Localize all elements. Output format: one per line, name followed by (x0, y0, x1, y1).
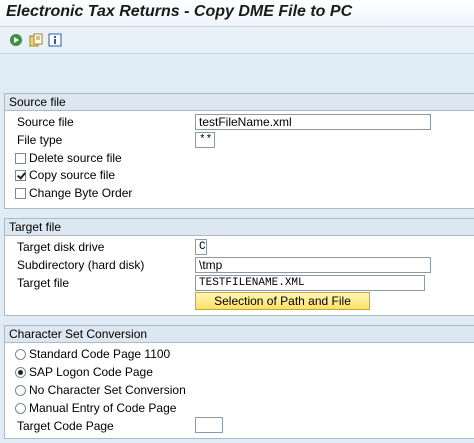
radio-label: SAP Logon Code Page (29, 365, 153, 379)
target-disk-label: Target disk drive (17, 240, 105, 254)
variants-icon[interactable] (28, 32, 44, 48)
radio-label: Standard Code Page 1100 (29, 347, 171, 361)
source-file-label: Source file (17, 115, 74, 129)
checkbox-label: Delete source file (29, 151, 122, 165)
info-icon[interactable] (47, 32, 63, 48)
change-byte-order-checkbox[interactable]: Change Byte Order (15, 185, 132, 201)
target-code-page-input[interactable] (195, 417, 223, 433)
radio-sap-logon-code-page[interactable]: SAP Logon Code Page (15, 364, 153, 380)
file-type-label: File type (17, 133, 63, 147)
subdirectory-label: Subdirectory (hard disk) (17, 258, 145, 272)
group-header: Target file (5, 219, 474, 236)
selection-path-file-button[interactable]: Selection of Path and File (195, 292, 370, 310)
file-type-input[interactable]: ** (195, 132, 215, 148)
checkbox-box[interactable] (15, 152, 26, 164)
target-file-label: Target file (17, 276, 70, 290)
charset-conversion-group: Character Set Conversion Standard Code P… (4, 325, 474, 439)
title-bar: Electronic Tax Returns - Copy DME File t… (0, 0, 474, 27)
radio-standard-code-page[interactable]: Standard Code Page 1100 (15, 346, 170, 362)
radio-dot[interactable] (15, 348, 26, 360)
delete-source-checkbox[interactable]: Delete source file (15, 150, 122, 166)
target-file-input[interactable]: TESTFILENAME.XML (195, 275, 425, 291)
group-header: Character Set Conversion (5, 326, 474, 343)
application-toolbar (0, 27, 474, 54)
source-file-input[interactable]: testFileName.xml (195, 114, 431, 130)
target-code-page-label: Target Code Page (17, 419, 114, 433)
checkbox-box[interactable] (15, 169, 26, 181)
subdirectory-input[interactable]: \tmp (195, 257, 431, 273)
radio-dot[interactable] (15, 402, 26, 414)
radio-dot[interactable] (15, 366, 26, 378)
checkbox-label: Change Byte Order (29, 186, 133, 200)
copy-source-checkbox[interactable]: Copy source file (15, 167, 115, 183)
radio-label: Manual Entry of Code Page (29, 401, 177, 415)
page-title: Electronic Tax Returns - Copy DME File t… (6, 3, 353, 20)
radio-manual-code-page[interactable]: Manual Entry of Code Page (15, 400, 176, 416)
checkbox-box[interactable] (15, 187, 26, 199)
target-disk-input[interactable]: C (195, 239, 207, 255)
checkbox-label: Copy source file (29, 168, 116, 182)
execute-icon[interactable] (8, 32, 24, 48)
group-header: Source file (5, 94, 474, 111)
radio-no-conversion[interactable]: No Character Set Conversion (15, 382, 186, 398)
source-file-group: Source file Source file testFileName.xml… (4, 93, 474, 209)
target-file-group: Target file Target disk drive C Subdirec… (4, 218, 474, 316)
radio-label: No Character Set Conversion (29, 383, 186, 397)
radio-dot[interactable] (15, 384, 26, 396)
